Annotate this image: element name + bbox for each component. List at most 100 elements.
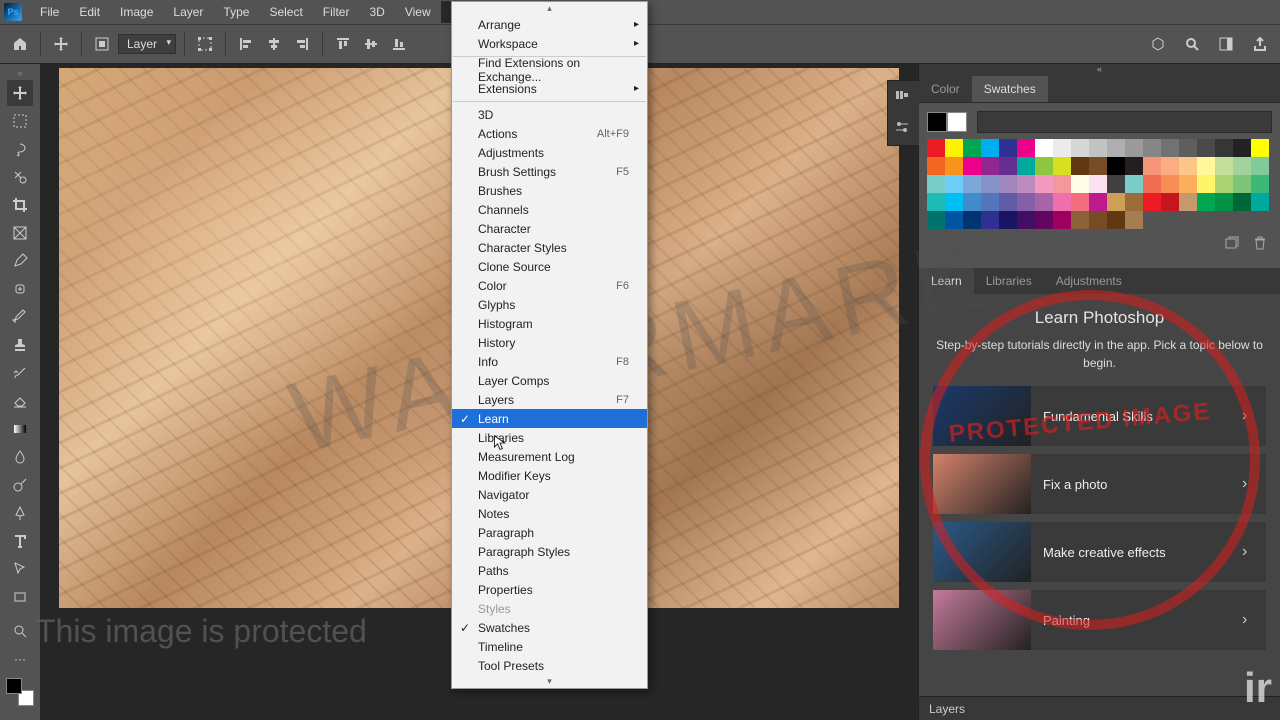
swatch[interactable] — [945, 193, 963, 211]
menuitem-learn[interactable]: Learn — [452, 409, 647, 428]
swatch[interactable] — [1053, 193, 1071, 211]
swatch[interactable] — [1161, 193, 1179, 211]
swatch[interactable] — [1017, 211, 1035, 229]
swatch[interactable] — [1107, 175, 1125, 193]
swatch[interactable] — [981, 193, 999, 211]
swatch[interactable] — [1107, 157, 1125, 175]
swatch[interactable] — [1215, 193, 1233, 211]
lesson-make-creative-effects[interactable]: Make creative effects› — [933, 522, 1266, 582]
swatch[interactable] — [1215, 175, 1233, 193]
transform-controls-icon[interactable] — [193, 32, 217, 56]
swatch[interactable] — [1071, 211, 1089, 229]
swatch[interactable] — [1179, 193, 1197, 211]
swatch[interactable] — [1071, 157, 1089, 175]
menuitem-glyphs[interactable]: Glyphs — [452, 295, 647, 314]
dodge-tool[interactable] — [7, 472, 33, 498]
menuitem-navigator[interactable]: Navigator — [452, 485, 647, 504]
swatch-search[interactable] — [977, 111, 1272, 133]
swatch[interactable] — [1035, 139, 1053, 157]
swatch[interactable] — [999, 175, 1017, 193]
swatch[interactable] — [1017, 157, 1035, 175]
swatch[interactable] — [1179, 175, 1197, 193]
swatch[interactable] — [1125, 175, 1143, 193]
tab-handle[interactable]: » — [7, 68, 33, 78]
eyedropper-tool[interactable] — [7, 248, 33, 274]
menuitem-adjustments[interactable]: Adjustments — [452, 143, 647, 162]
align-bottom-icon[interactable] — [387, 32, 411, 56]
menuitem-channels[interactable]: Channels — [452, 200, 647, 219]
move-icon[interactable] — [49, 32, 73, 56]
swatch[interactable] — [1053, 157, 1071, 175]
properties-panel-icon[interactable] — [894, 119, 914, 139]
swatch[interactable] — [945, 175, 963, 193]
swatch[interactable] — [1125, 211, 1143, 229]
swatch[interactable] — [1233, 175, 1251, 193]
move-tool[interactable] — [7, 80, 33, 106]
swatch[interactable] — [1233, 139, 1251, 157]
swatch-fg[interactable] — [927, 112, 947, 132]
menuitem-extensions[interactable]: Extensions — [452, 79, 647, 98]
menuitem-tool-presets[interactable]: Tool Presets — [452, 656, 647, 675]
menu-layer[interactable]: Layer — [163, 1, 213, 23]
swatch[interactable] — [981, 175, 999, 193]
menuitem-timeline[interactable]: Timeline — [452, 637, 647, 656]
menu-filter[interactable]: Filter — [313, 1, 360, 23]
3d-mode-icon[interactable] — [1146, 32, 1170, 56]
swatch[interactable] — [1179, 139, 1197, 157]
frame-tool[interactable] — [7, 220, 33, 246]
workspace-icon[interactable] — [1214, 32, 1238, 56]
menuitem-workspace[interactable]: Workspace — [452, 34, 647, 53]
swatch[interactable] — [1017, 139, 1035, 157]
auto-select-dropdown[interactable]: Layer — [118, 34, 176, 54]
swatch[interactable] — [945, 157, 963, 175]
lesson-fix-a-photo[interactable]: Fix a photo› — [933, 454, 1266, 514]
swatch[interactable] — [1143, 157, 1161, 175]
swatch[interactable] — [1017, 175, 1035, 193]
swatch[interactable] — [1089, 211, 1107, 229]
menuitem-find-extensions-on-exchange-[interactable]: Find Extensions on Exchange... — [452, 60, 647, 79]
menu-edit[interactable]: Edit — [69, 1, 110, 23]
menuitem-3d[interactable]: 3D — [452, 105, 647, 124]
path-select-tool[interactable] — [7, 556, 33, 582]
swatch[interactable] — [1035, 157, 1053, 175]
align-vcenter-icon[interactable] — [359, 32, 383, 56]
lasso-tool[interactable] — [7, 136, 33, 162]
menuitem-arrange[interactable]: Arrange — [452, 15, 647, 34]
healing-tool[interactable] — [7, 276, 33, 302]
align-hcenter-icon[interactable] — [262, 32, 286, 56]
swatch[interactable] — [1215, 157, 1233, 175]
swatch[interactable] — [1161, 157, 1179, 175]
swatch[interactable] — [963, 193, 981, 211]
swatch[interactable] — [1251, 157, 1269, 175]
menu-type[interactable]: Type — [213, 1, 259, 23]
menuitem-paragraph[interactable]: Paragraph — [452, 523, 647, 542]
tab-swatches[interactable]: Swatches — [972, 76, 1048, 102]
menu-image[interactable]: Image — [110, 1, 163, 23]
swatch[interactable] — [1197, 139, 1215, 157]
swatch[interactable] — [999, 193, 1017, 211]
tab-adjustments[interactable]: Adjustments — [1044, 268, 1134, 294]
swatch[interactable] — [981, 157, 999, 175]
swatch[interactable] — [1089, 139, 1107, 157]
menuitem-brushes[interactable]: Brushes — [452, 181, 647, 200]
swatch[interactable] — [1233, 193, 1251, 211]
search-icon[interactable] — [1180, 32, 1204, 56]
share-icon[interactable] — [1248, 32, 1272, 56]
menu-file[interactable]: File — [30, 1, 69, 23]
swatch[interactable] — [1071, 193, 1089, 211]
swatch[interactable] — [1107, 211, 1125, 229]
menuitem-libraries[interactable]: Libraries — [452, 428, 647, 447]
menuitem-brush-settings[interactable]: Brush SettingsF5 — [452, 162, 647, 181]
swatch[interactable] — [1035, 211, 1053, 229]
swatch[interactable] — [1143, 193, 1161, 211]
home-icon[interactable] — [8, 32, 32, 56]
swatch[interactable] — [1053, 139, 1071, 157]
menu-3d[interactable]: 3D — [359, 1, 394, 23]
swatch[interactable] — [1035, 193, 1053, 211]
menuitem-character-styles[interactable]: Character Styles — [452, 238, 647, 257]
scroll-up-icon[interactable]: ▴ — [452, 2, 647, 15]
menuitem-clone-source[interactable]: Clone Source — [452, 257, 647, 276]
align-right-icon[interactable] — [290, 32, 314, 56]
swatch[interactable] — [999, 211, 1017, 229]
swatch[interactable] — [1233, 157, 1251, 175]
